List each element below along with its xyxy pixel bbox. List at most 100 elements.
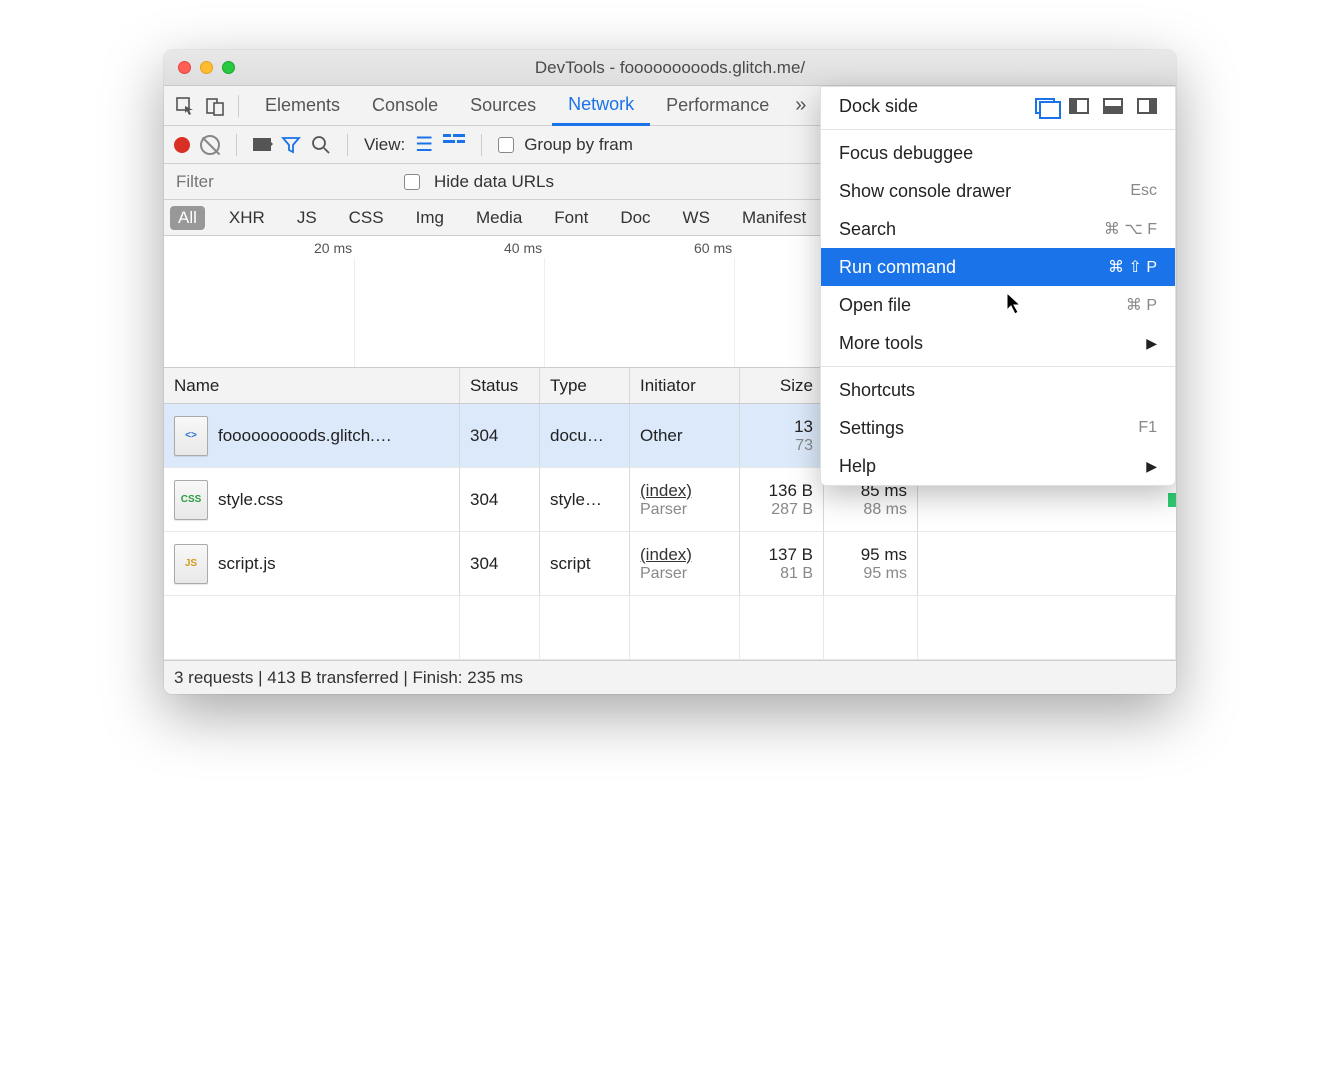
group-by-frame-checkbox[interactable]: [498, 137, 514, 153]
view-label: View:: [364, 135, 405, 155]
tab-console[interactable]: Console: [356, 86, 454, 126]
tab-elements[interactable]: Elements: [249, 86, 356, 126]
menu-item-focus-debuggee[interactable]: Focus debuggee: [821, 134, 1175, 172]
initiator-link[interactable]: (index): [640, 481, 729, 501]
col-name[interactable]: Name: [164, 368, 460, 403]
type-filter-img[interactable]: Img: [408, 206, 452, 230]
request-name: style.css: [218, 490, 283, 510]
titlebar: DevTools - fooooooooods.glitch.me/: [164, 50, 1176, 86]
type-filter-doc[interactable]: Doc: [612, 206, 658, 230]
request-type: docu…: [540, 404, 630, 467]
size-transferred: 136 B: [769, 481, 813, 501]
dock-right-icon[interactable]: [1137, 98, 1157, 114]
more-tabs-icon[interactable]: »: [795, 94, 806, 117]
size-transferred: 137 B: [769, 545, 813, 565]
request-status: 304: [460, 468, 540, 531]
type-filter-ws[interactable]: WS: [675, 206, 718, 230]
waterfall-bar: [1168, 493, 1176, 507]
file-type-icon: CSS: [174, 480, 208, 520]
menu-item-label: Help: [839, 456, 876, 477]
search-icon[interactable]: [311, 135, 331, 155]
tab-sources[interactable]: Sources: [454, 86, 552, 126]
menu-item-shortcut: ⌘ ⌥ F: [1104, 219, 1157, 239]
menu-item-shortcut: ▶: [1146, 458, 1157, 475]
list-view-icon[interactable]: ☰: [415, 132, 433, 157]
menu-item-shortcut: F1: [1138, 419, 1157, 437]
status-bar: 3 requests | 413 B transferred | Finish:…: [164, 660, 1176, 694]
menu-item-more-tools[interactable]: More tools ▶: [821, 324, 1175, 362]
menu-item-label: Open file: [839, 295, 911, 316]
devtools-window: DevTools - fooooooooods.glitch.me/ Eleme…: [164, 50, 1176, 694]
dock-bottom-icon[interactable]: [1103, 98, 1123, 114]
initiator-link: Other: [640, 426, 729, 446]
type-filter-css[interactable]: CSS: [341, 206, 392, 230]
request-type: style…: [540, 468, 630, 531]
time-latency: 95 ms: [863, 565, 907, 583]
menu-item-open-file[interactable]: Open file ⌘ P: [821, 286, 1175, 324]
large-rows-icon[interactable]: [443, 134, 465, 155]
waterfall-cell: [918, 532, 1176, 595]
menu-item-search[interactable]: Search⌘ ⌥ F: [821, 210, 1175, 248]
filter-input[interactable]: [170, 168, 390, 196]
tab-performance[interactable]: Performance: [650, 86, 785, 126]
status-summary: 3 requests | 413 B transferred | Finish:…: [174, 668, 523, 688]
menu-item-help[interactable]: Help ▶: [821, 447, 1175, 485]
menu-item-shortcut: Esc: [1130, 182, 1157, 200]
initiator-link[interactable]: (index): [640, 545, 729, 565]
main-menu: Dock side Focus debuggee Show console dra…: [820, 86, 1176, 486]
size-resource: 81 B: [780, 565, 813, 583]
menu-item-shortcut: ▶: [1146, 335, 1157, 352]
request-name: fooooooooods.glitch.…: [218, 426, 392, 446]
menu-item-label: More tools: [839, 333, 923, 354]
device-toolbar-icon[interactable]: [202, 93, 228, 119]
group-by-frame-label: Group by fram: [524, 135, 633, 155]
type-filter-js[interactable]: JS: [289, 206, 325, 230]
window-title: DevTools - fooooooooods.glitch.me/: [164, 58, 1176, 78]
type-filter-media[interactable]: Media: [468, 206, 530, 230]
type-filter-all[interactable]: All: [170, 206, 205, 230]
col-size[interactable]: Size: [740, 368, 824, 403]
initiator-sub: Parser: [640, 565, 729, 583]
time-latency: 88 ms: [863, 501, 907, 519]
request-name: script.js: [218, 554, 276, 574]
type-filter-xhr[interactable]: XHR: [221, 206, 273, 230]
menu-item-settings[interactable]: Settings F1: [821, 409, 1175, 447]
type-filter-manifest[interactable]: Manifest: [734, 206, 814, 230]
record-button[interactable]: [174, 137, 190, 153]
dock-side-row: Dock side: [821, 87, 1175, 125]
menu-item-label: Focus debuggee: [839, 143, 973, 164]
filter-icon[interactable]: [281, 135, 301, 155]
hide-data-urls-label: Hide data URLs: [434, 172, 554, 192]
request-status: 304: [460, 404, 540, 467]
request-type: script: [540, 532, 630, 595]
col-status[interactable]: Status: [460, 368, 540, 403]
menu-item-label: Run command: [839, 257, 956, 278]
menu-item-label: Settings: [839, 418, 904, 439]
table-row[interactable]: JSscript.js304script(index)Parser137 B81…: [164, 532, 1176, 596]
size-resource: 287 B: [771, 501, 813, 519]
tab-network[interactable]: Network: [552, 86, 650, 126]
menu-item-shortcuts[interactable]: Shortcuts: [821, 371, 1175, 409]
col-initiator[interactable]: Initiator: [630, 368, 740, 403]
size-transferred: 13: [794, 417, 813, 437]
time-total: 95 ms: [861, 545, 907, 565]
dock-side-label: Dock side: [839, 96, 918, 117]
menu-item-show-console-drawer[interactable]: Show console drawerEsc: [821, 172, 1175, 210]
menu-item-run-command[interactable]: Run command ⌘ ⇧ P: [821, 248, 1175, 286]
menu-item-shortcut: ⌘ ⇧ P: [1108, 257, 1157, 277]
file-type-icon: <>: [174, 416, 208, 456]
menu-item-shortcut: ⌘ P: [1126, 295, 1157, 315]
col-type[interactable]: Type: [540, 368, 630, 403]
initiator-sub: Parser: [640, 501, 729, 519]
size-resource: 73: [795, 437, 813, 455]
dock-left-icon[interactable]: [1069, 98, 1089, 114]
type-filter-font[interactable]: Font: [546, 206, 596, 230]
dock-undock-icon[interactable]: [1035, 98, 1055, 114]
screenshot-icon[interactable]: [253, 138, 271, 151]
file-type-icon: JS: [174, 544, 208, 584]
clear-button[interactable]: [200, 135, 220, 155]
inspect-element-icon[interactable]: [172, 93, 198, 119]
hide-data-urls-checkbox[interactable]: [404, 174, 420, 190]
menu-item-label: Shortcuts: [839, 380, 915, 401]
timeline-tick: 60 ms: [694, 240, 732, 256]
